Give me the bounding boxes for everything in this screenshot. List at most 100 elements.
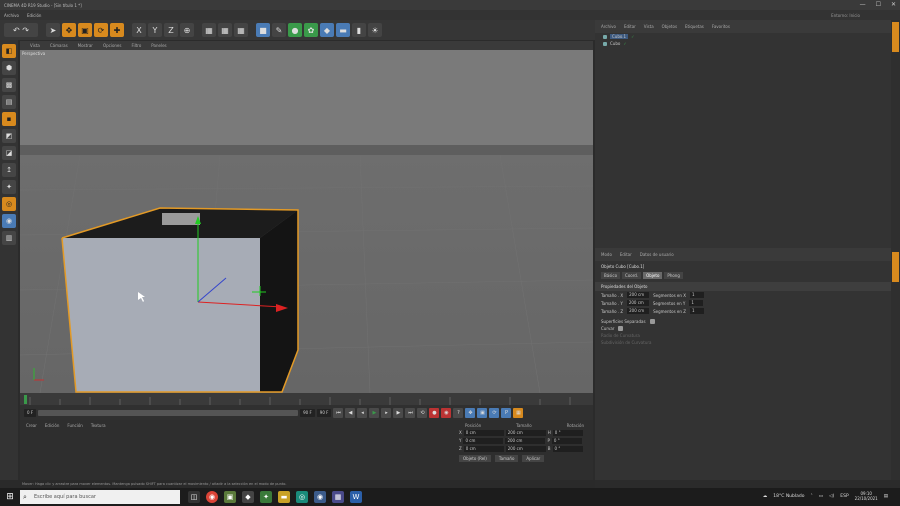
viewport-menu-opciones[interactable]: Opciones (103, 43, 122, 48)
app-icon[interactable]: ◎ (296, 491, 308, 503)
timeline-ruler[interactable] (20, 393, 593, 405)
prev-frame-icon[interactable]: ◂ (357, 407, 368, 418)
app-icon[interactable]: ▣ (224, 491, 236, 503)
pos-y-field[interactable]: 0 cm (463, 438, 504, 444)
app-icon[interactable]: ◆ (242, 491, 254, 503)
snap-icon[interactable]: ◎ (2, 197, 16, 211)
start-frame-field[interactable]: 0 F (24, 408, 37, 417)
undo-icon[interactable]: ↶ ↷ (4, 23, 38, 37)
points-mode-icon[interactable]: ▪ (2, 112, 16, 126)
apply-button[interactable]: Aplicar (522, 455, 545, 462)
key-scale-icon[interactable]: ▣ (477, 407, 488, 418)
objmgr-menu-vista[interactable]: Vista (644, 24, 654, 29)
render-view-icon[interactable]: ▦ (218, 23, 232, 37)
list-item[interactable]: Cubo.1 ✓ (595, 33, 891, 40)
move-icon[interactable]: ✥ (62, 23, 76, 37)
fillet-checkbox[interactable] (618, 326, 624, 331)
lock-icon[interactable]: ▥ (2, 231, 16, 245)
camera-icon[interactable]: ▮ (352, 23, 366, 37)
size-y-input[interactable]: 200 cm (626, 300, 649, 306)
language-indicator[interactable]: ESP (840, 494, 848, 499)
windows-start-icon[interactable]: ⊞ (0, 492, 20, 502)
coord-mode-dropdown[interactable]: Objeto (Rel) (459, 455, 491, 462)
size-z-input[interactable]: 200 cm (627, 308, 650, 314)
pos-z-field[interactable]: 0 cm (463, 446, 504, 452)
autokey-icon[interactable]: ◉ (441, 407, 452, 418)
3d-viewport[interactable]: Perspectiva (20, 50, 593, 393)
loop-icon[interactable]: ⟲ (417, 407, 428, 418)
notification-icon[interactable]: ▤ (884, 494, 888, 499)
viewport-menu-filtro[interactable]: Filtro (131, 43, 141, 48)
volume-icon[interactable]: ◁) (829, 494, 834, 499)
x-axis-icon[interactable]: X (132, 23, 146, 37)
file-explorer-icon[interactable]: ▬ (278, 491, 290, 503)
viewport-menu-paneles[interactable]: Paneles (151, 43, 166, 48)
record-icon[interactable]: ● (429, 407, 440, 418)
next-key-icon[interactable]: ▶ (393, 407, 404, 418)
select-icon[interactable]: ➤ (46, 23, 60, 37)
rot-p-field[interactable]: 0 ° (551, 438, 582, 444)
viewport-menu-vista[interactable]: Vista (30, 43, 40, 48)
size-mode-dropdown[interactable]: Tamaño (494, 455, 519, 462)
close-button[interactable]: ✕ (891, 1, 896, 8)
minimize-button[interactable]: — (860, 1, 866, 8)
texture-mode-icon[interactable]: ▩ (2, 78, 16, 92)
key-rotation-icon[interactable]: ⟳ (489, 407, 500, 418)
size-x-input[interactable]: 200 cm (627, 292, 650, 298)
floor-icon[interactable]: ▬ (336, 23, 350, 37)
cube-icon[interactable]: ■ (256, 23, 270, 37)
end-frame-field[interactable]: 90 F (300, 408, 315, 417)
pos-x-field[interactable]: 0 cm (463, 430, 504, 436)
size-x-field[interactable]: 200 cm (505, 430, 546, 436)
chrome-icon[interactable]: ◉ (206, 491, 218, 503)
go-end-icon[interactable]: ⏭ (405, 407, 416, 418)
pen-icon[interactable]: ✎ (272, 23, 286, 37)
app-icon[interactable]: ▦ (332, 491, 344, 503)
check-icon[interactable]: ✓ (631, 34, 634, 39)
axis-mode-icon[interactable]: ↥ (2, 163, 16, 177)
keyframe-selection-icon[interactable]: ? (453, 407, 464, 418)
separate-surfaces-checkbox[interactable] (649, 319, 655, 324)
word-icon[interactable]: W (350, 491, 362, 503)
menu-edicion[interactable]: Edición (27, 13, 41, 18)
weather-text[interactable]: 18°C Nublado (773, 494, 804, 499)
rot-b-field[interactable]: 0 ° (552, 446, 583, 452)
maximize-button[interactable]: ☐ (876, 1, 881, 8)
attr-menu-datos[interactable]: Datos de usuario (640, 252, 674, 257)
objmgr-menu-etiquetas[interactable]: Etiquetas (685, 24, 704, 29)
add-icon[interactable]: ✚ (110, 23, 124, 37)
solo-icon[interactable]: ◉ (2, 214, 16, 228)
layout-selector[interactable]: Entorno: Inicio (831, 13, 860, 18)
scale-icon[interactable]: ▣ (78, 23, 92, 37)
size-y-field[interactable]: 200 cm (505, 438, 546, 444)
viewport-menu-camaras[interactable]: Cámaras (50, 43, 68, 48)
menu-archivo[interactable]: Archivo (4, 13, 19, 18)
deformer-icon[interactable]: ◆ (320, 23, 334, 37)
prev-key-icon[interactable]: ◀ (345, 407, 356, 418)
key-pla-icon[interactable]: ▦ (513, 407, 524, 418)
list-item[interactable]: Cubo ✓ (595, 40, 891, 47)
edges-mode-icon[interactable]: ◩ (2, 129, 16, 143)
cinema4d-icon[interactable]: ◉ (314, 491, 326, 503)
objmgr-menu-favoritos[interactable]: Favoritos (712, 24, 730, 29)
viewport-menu-mostrar[interactable]: Mostrar (78, 43, 93, 48)
side-tab-attributes[interactable] (892, 252, 899, 282)
polygons-mode-icon[interactable]: ◪ (2, 146, 16, 160)
subdivision-icon[interactable]: ● (288, 23, 302, 37)
chevron-up-icon[interactable]: ˄ (811, 494, 813, 499)
check-icon[interactable]: ✓ (623, 41, 626, 46)
play-icon[interactable]: ▶ (369, 407, 380, 418)
tab-basico[interactable]: Básico (601, 272, 621, 279)
coord-icon[interactable]: ⊕ (180, 23, 194, 37)
material-menu-funcion[interactable]: Función (67, 423, 82, 428)
workplane-icon[interactable]: ▤ (2, 95, 16, 109)
segments-z-input[interactable]: 1 (689, 308, 704, 314)
tab-phong[interactable]: Phong (664, 272, 683, 279)
taskbar-search-input[interactable]: ⌕ Escribe aquí para buscar (20, 490, 180, 504)
array-icon[interactable]: ✿ (304, 23, 318, 37)
y-axis-icon[interactable]: Y (148, 23, 162, 37)
segments-x-input[interactable]: 1 (689, 292, 704, 298)
material-menu-edicion[interactable]: Edición (45, 423, 59, 428)
z-axis-icon[interactable]: Z (164, 23, 178, 37)
material-menu-crear[interactable]: Crear (26, 423, 37, 428)
